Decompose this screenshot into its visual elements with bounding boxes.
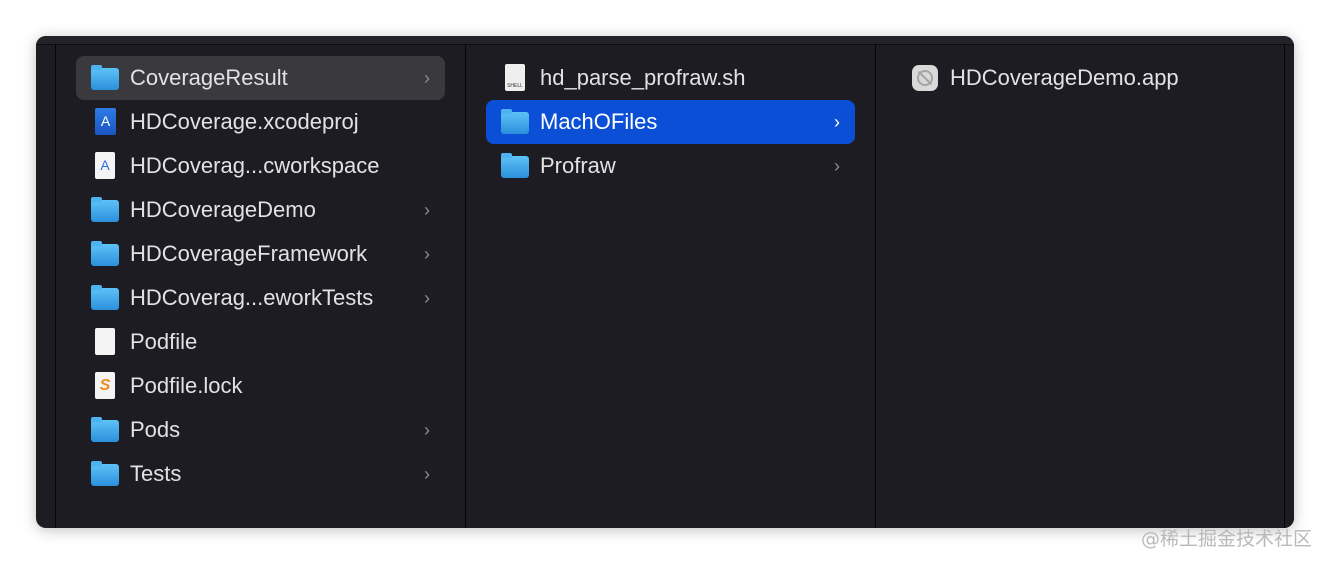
xcodeproj-icon: A <box>90 107 120 137</box>
xcworkspace-icon: A <box>90 151 120 181</box>
item-label: MachOFiles <box>540 109 658 134</box>
item-label: CoverageResult <box>130 65 288 90</box>
shell-script-icon: SHELL <box>500 63 530 93</box>
window-top-edge <box>36 36 1294 45</box>
watermark: @稀土掘金技术社区 <box>1140 528 1312 550</box>
chevron-right-icon: › <box>424 199 430 220</box>
list-item[interactable]: A HDCoverag...cworkspace <box>76 144 445 188</box>
list-item[interactable]: CoverageResult › <box>76 56 445 100</box>
item-label: Tests <box>130 461 182 486</box>
chevron-right-icon: › <box>834 111 840 132</box>
item-label: HDCoverag...cworkspace <box>130 153 380 178</box>
folder-icon <box>500 151 530 181</box>
item-label: HDCoverageFramework <box>130 241 368 266</box>
item-label: Podfile <box>130 329 198 354</box>
item-label: HDCoverag...eworkTests <box>130 285 374 310</box>
app-disabled-icon <box>910 63 940 93</box>
folder-icon <box>500 107 530 137</box>
folder-icon <box>90 415 120 445</box>
item-label: Pods <box>130 417 181 442</box>
list-item[interactable]: HDCoverageDemo.app <box>896 56 1265 100</box>
list-item[interactable]: A HDCoverage.xcodeproj <box>76 100 445 144</box>
sublime-document-icon: S <box>90 371 120 401</box>
item-label: HDCoverageDemo <box>130 197 316 222</box>
chevron-right-icon: › <box>424 287 430 308</box>
list-item[interactable]: Tests › <box>76 452 445 496</box>
list-item[interactable]: HDCoverag...eworkTests › <box>76 276 445 320</box>
item-label: Podfile.lock <box>130 373 243 398</box>
chevron-right-icon: › <box>424 463 430 484</box>
folder-icon <box>90 239 120 269</box>
list-item[interactable]: MachOFiles › <box>486 100 855 144</box>
column-1[interactable]: CoverageResult › A HDCoverage.xcodeproj A HDC… <box>55 45 465 528</box>
folder-icon <box>90 63 120 93</box>
column-2[interactable]: SHELL hd_parse_profraw.sh MachOFiles › Profr… <box>465 45 875 528</box>
list-item[interactable]: SHELL hd_parse_profraw.sh <box>486 56 855 100</box>
list-item[interactable]: S Podfile.lock <box>76 364 445 408</box>
item-label: Profraw <box>540 153 616 178</box>
list-item[interactable]: HDCoverageDemo › <box>76 188 445 232</box>
chevron-right-icon: › <box>834 155 840 176</box>
list-item[interactable]: Profraw › <box>486 144 855 188</box>
folder-icon <box>90 459 120 489</box>
chevron-right-icon: › <box>424 67 430 88</box>
list-item[interactable]: Podfile <box>76 320 445 364</box>
chevron-right-icon: › <box>424 243 430 264</box>
chevron-right-icon: › <box>424 419 430 440</box>
folder-icon <box>90 195 120 225</box>
item-label: HDCoverage.xcodeproj <box>130 109 359 134</box>
item-label: hd_parse_profraw.sh <box>540 65 746 90</box>
item-label: HDCoverageDemo.app <box>950 65 1179 90</box>
folder-icon <box>90 283 120 313</box>
window-right-edge <box>1284 45 1294 528</box>
finder-window: CoverageResult › A HDCoverage.xcodeproj A HDC… <box>36 36 1294 528</box>
list-item[interactable]: HDCoverageFramework › <box>76 232 445 276</box>
document-icon <box>90 327 120 357</box>
column-3[interactable]: HDCoverageDemo.app <box>875 45 1285 528</box>
list-item[interactable]: Pods › <box>76 408 445 452</box>
